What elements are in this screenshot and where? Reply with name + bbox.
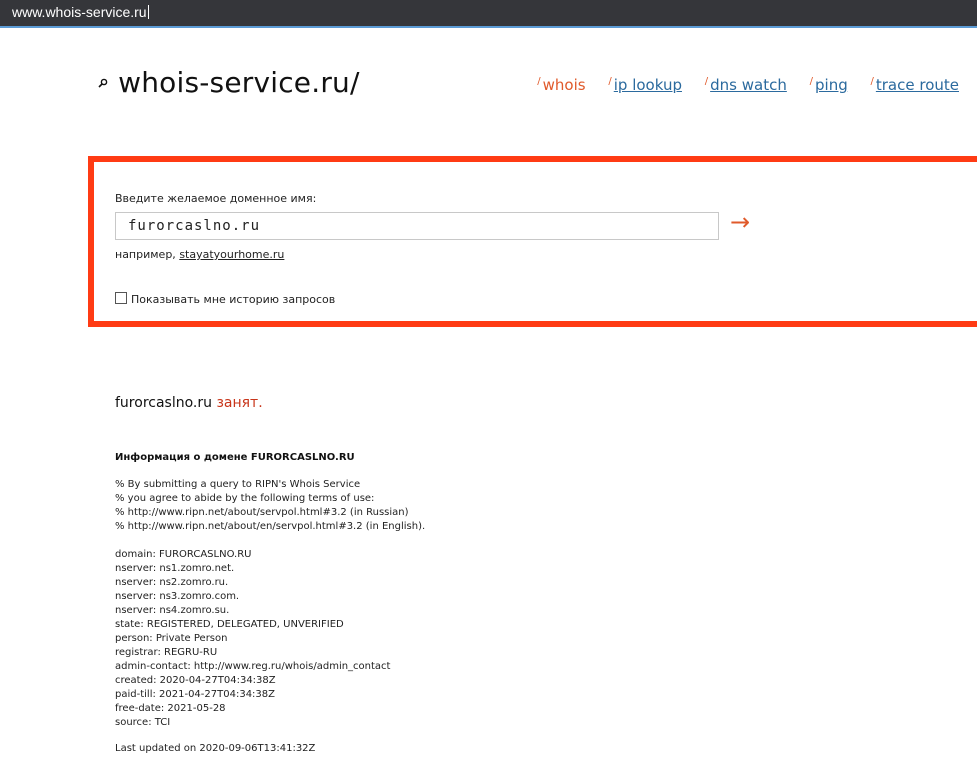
example-domain-link[interactable]: stayatyourhome.ru [179, 248, 284, 261]
text-caret [147, 5, 149, 19]
whois-record-line: nserver: ns1.zomro.net. [115, 563, 235, 574]
site-logo[interactable]: whois-service.ru/ [118, 66, 360, 99]
whois-spacer [115, 534, 425, 548]
browser-address-bar[interactable]: www.whois-service.ru [0, 0, 977, 28]
nav-item-dns-watch[interactable]: / dns watch [705, 76, 787, 94]
whois-record-line: registrar: REGRU-RU [115, 647, 218, 658]
nav-trace-route-link[interactable]: trace route [876, 76, 959, 94]
domain-input-label: Введите желаемое доменное имя: [115, 192, 317, 205]
submit-arrow-button[interactable]: → [730, 208, 750, 236]
whois-record-line: free-date: 2021-05-28 [115, 703, 226, 714]
nav-item-whois[interactable]: / whois [537, 76, 585, 94]
whois-term-line: % http://www.ripn.net/about/servpol.html… [115, 507, 409, 518]
result-status: furorcaslno.ru занят. [115, 395, 263, 411]
whois-record-line: paid-till: 2021-04-27T04:34:38Z [115, 689, 275, 700]
nav-tick-icon: / [870, 76, 874, 87]
history-checkbox-label: Показывать мне историю запросов [131, 293, 336, 306]
whois-record-line: nserver: ns4.zomro.su. [115, 605, 230, 616]
whois-record-line: nserver: ns2.zomro.ru. [115, 577, 229, 588]
nav-tick-icon: / [809, 76, 813, 87]
nav-ping-link[interactable]: ping [815, 76, 848, 94]
domain-search-form: Введите желаемое доменное имя: → наприме… [88, 156, 977, 327]
result-domain: furorcaslno.ru [115, 395, 212, 411]
nav-item-ping[interactable]: / ping [810, 76, 848, 94]
whois-record-line: state: REGISTERED, DELEGATED, UNVERIFIED [115, 619, 344, 630]
nav-ip-lookup-link[interactable]: ip lookup [614, 76, 682, 94]
whois-output: % By submitting a query to RIPN's Whois … [115, 478, 425, 730]
history-checkbox-row[interactable]: Показывать мне историю запросов [115, 292, 335, 306]
whois-record-line: domain: FURORCASLNO.RU [115, 549, 252, 560]
last-updated: Last updated on 2020-09-06T13:41:32Z [115, 743, 316, 754]
example-prefix: например, [115, 248, 180, 261]
whois-record-line: nserver: ns3.zomro.com. [115, 591, 240, 602]
domain-info-title: Информация о домене FURORCASLNO.RU [115, 452, 355, 463]
whois-term-line: % http://www.ripn.net/about/en/servpol.h… [115, 521, 426, 532]
result-status-badge: занят. [216, 395, 263, 411]
nav-whois-label[interactable]: whois [543, 76, 586, 94]
nav-tick-icon: / [608, 76, 612, 87]
address-bar-url[interactable]: www.whois-service.ru [12, 4, 149, 20]
whois-term-line: % By submitting a query to RIPN's Whois … [115, 479, 361, 490]
main-nav: / whois / ip lookup / dns watch / ping / trac… [519, 76, 959, 94]
nav-tick-icon: / [704, 76, 709, 87]
whois-term-line: % you agree to abide by the following te… [115, 493, 375, 504]
domain-input[interactable] [115, 212, 719, 240]
site-header: whois-service.ru/ [93, 66, 360, 99]
nav-tick-icon: / [537, 76, 541, 87]
whois-record-line: source: TCI [115, 717, 171, 728]
whois-record-line: admin-contact: http://www.reg.ru/whois/a… [115, 661, 391, 672]
example-hint: например, stayatyourhome.ru [115, 248, 284, 261]
search-icon [93, 73, 111, 93]
nav-item-trace-route[interactable]: / trace route [871, 76, 960, 94]
nav-item-ip-lookup[interactable]: / ip lookup [608, 76, 682, 94]
history-checkbox[interactable] [115, 292, 127, 304]
whois-record-line: created: 2020-04-27T04:34:38Z [115, 675, 276, 686]
nav-dns-watch-link[interactable]: dns watch [710, 76, 787, 94]
whois-record-line: person: Private Person [115, 633, 228, 644]
